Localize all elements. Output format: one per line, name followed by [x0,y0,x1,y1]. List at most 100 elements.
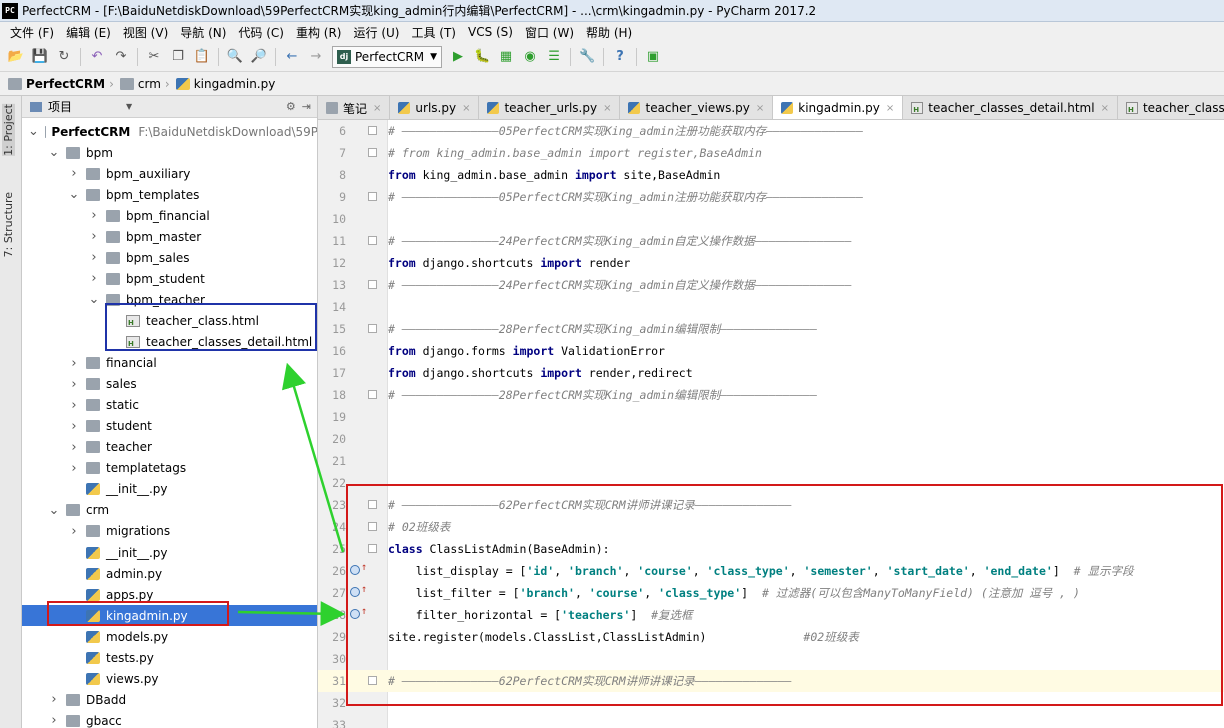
code-line[interactable]: 30 [318,648,1224,670]
tree-file[interactable]: teacher_classes_detail.html [22,332,317,353]
code-line[interactable]: 7 # from king_admin.base_admin import reg… [318,142,1224,164]
override-marker-icon[interactable] [350,587,360,597]
close-icon[interactable]: × [756,103,764,114]
fold-icon[interactable] [368,280,377,289]
chevron-right-icon[interactable]: › [68,166,80,181]
tree-folder[interactable]: ⌄ bpm_teacher [22,289,317,310]
fold-icon[interactable] [368,148,377,157]
tree-file[interactable]: models.py [22,626,317,647]
override-marker-icon[interactable] [350,565,360,575]
editor-tab[interactable]: 笔记 × [318,96,391,119]
editor-tab[interactable]: urls.py × [390,96,480,119]
tree-file[interactable]: apps.py [22,584,317,605]
code-line[interactable]: 29 site.register(models.ClassList,ClassLi… [318,626,1224,648]
chevron-right-icon[interactable]: › [88,271,100,286]
gear-icon[interactable]: ⚙ [286,100,296,113]
menu-item[interactable]: 文件 (F) [4,24,60,41]
editor-tab[interactable]: teacher_class.htm× [1117,96,1224,119]
menu-item[interactable]: 编辑 (E) [60,24,117,41]
tree-folder[interactable]: ⌄ crm [22,500,317,521]
close-icon[interactable]: × [462,103,470,114]
code-line[interactable]: 10 [318,208,1224,230]
concurrency-icon[interactable]: ☰ [543,46,565,68]
code-line[interactable]: 33 [318,714,1224,728]
fold-icon[interactable] [368,500,377,509]
tree-file[interactable]: __init__.py [22,542,317,563]
fold-icon[interactable] [368,126,377,135]
fold-icon[interactable] [368,192,377,201]
chevron-right-icon[interactable]: › [48,713,60,728]
chevron-right-icon[interactable]: › [88,208,100,223]
chevron-down-icon[interactable]: ⌄ [28,124,39,139]
chevron-right-icon[interactable]: › [88,250,100,265]
breadcrumb-project[interactable]: PerfectCRM [8,77,105,91]
chevron-down-icon[interactable]: ⌄ [48,503,60,518]
menu-item[interactable]: 窗口 (W) [519,24,580,41]
code-line[interactable]: 14 [318,296,1224,318]
paste-icon[interactable]: 📋 [191,46,213,68]
fold-icon[interactable] [368,544,377,553]
menu-item[interactable]: 工具 (T) [405,24,462,41]
redo-icon[interactable]: ↷ [110,46,132,68]
menu-item[interactable]: 导航 (N) [174,24,232,41]
chevron-right-icon[interactable]: › [68,440,80,455]
fold-icon[interactable] [368,324,377,333]
code-line[interactable]: 20 [318,428,1224,450]
debug-icon[interactable]: 🐛 [471,46,493,68]
code-line[interactable]: 9 # ——————————————05PerfectCRM实现King_admi… [318,186,1224,208]
breadcrumb-file[interactable]: kingadmin.py [175,77,275,91]
editor-tab[interactable]: teacher_urls.py × [479,96,621,119]
tree-folder[interactable]: › sales [22,374,317,395]
chevron-right-icon[interactable]: › [68,419,80,434]
chevron-down-icon[interactable]: ⌄ [88,292,100,307]
tree-folder[interactable]: › bpm_sales [22,247,317,268]
menu-item[interactable]: 代码 (C) [232,24,290,41]
close-icon[interactable]: × [603,103,611,114]
chevron-down-icon[interactable]: ⌄ [48,145,60,160]
tree-folder[interactable]: › bpm_student [22,268,317,289]
project-tool-tab[interactable]: 1: Project [2,104,15,156]
chevron-right-icon[interactable]: › [68,356,80,371]
tree-folder[interactable]: ⌄ PerfectCRM F:\BaiduNetdiskDownload\59P [22,121,317,142]
menu-item[interactable]: 视图 (V) [117,24,174,41]
tree-file[interactable]: kingadmin.py [22,605,317,627]
code-line[interactable]: 12 from django.shortcuts import render [318,252,1224,274]
code-line[interactable]: 16 from django.forms import ValidationErr… [318,340,1224,362]
profile-icon[interactable]: ◉ [519,46,541,68]
fold-icon[interactable] [368,676,377,685]
back-icon[interactable]: ← [281,46,303,68]
chevron-down-icon[interactable]: ⌄ [68,187,80,202]
find-icon[interactable]: 🔍 [224,46,246,68]
run-configuration-select[interactable]: dj PerfectCRM ▼ [332,45,443,68]
chevron-down-icon[interactable]: ▼ [126,102,132,111]
chevron-right-icon[interactable]: › [68,377,80,392]
tree-folder[interactable]: › static [22,395,317,416]
menu-item[interactable]: 重构 (R) [290,24,348,41]
tree-folder[interactable]: › bpm_master [22,226,317,247]
chevron-right-icon[interactable]: › [68,461,80,476]
copy-icon[interactable]: ❐ [167,46,189,68]
fold-icon[interactable] [368,390,377,399]
breadcrumb-folder[interactable]: crm [119,77,161,91]
code-line[interactable]: 15 # ——————————————28PerfectCRM实现King_adm… [318,318,1224,340]
tree-folder[interactable]: › gbacc [22,710,317,728]
structure-tool-tab[interactable]: 7: Structure [2,192,15,257]
close-icon[interactable]: × [373,103,381,114]
tree-file[interactable]: tests.py [22,647,317,668]
chevron-right-icon[interactable]: › [48,692,60,707]
run-icon[interactable]: ▶ [447,46,469,68]
tree-folder[interactable]: › teacher [22,437,317,458]
tree-folder[interactable]: › financial [22,353,317,374]
menu-item[interactable]: 运行 (U) [348,24,406,41]
close-icon[interactable]: × [886,103,894,114]
tree-folder[interactable]: › bpm_financial [22,205,317,226]
hide-panel-icon[interactable]: ⇥ [302,100,311,113]
editor-tab[interactable]: kingadmin.py × [773,96,904,119]
replace-icon[interactable]: 🔎 [248,46,270,68]
undo-icon[interactable]: ↶ [86,46,108,68]
tree-folder[interactable]: › DBadd [22,689,317,710]
code-line[interactable]: 19 [318,406,1224,428]
code-line[interactable]: 6 # ——————————————05PerfectCRM实现King_admi… [318,120,1224,142]
editor-tab[interactable]: teacher_views.py × [620,96,774,119]
tree-folder[interactable]: › student [22,416,317,437]
